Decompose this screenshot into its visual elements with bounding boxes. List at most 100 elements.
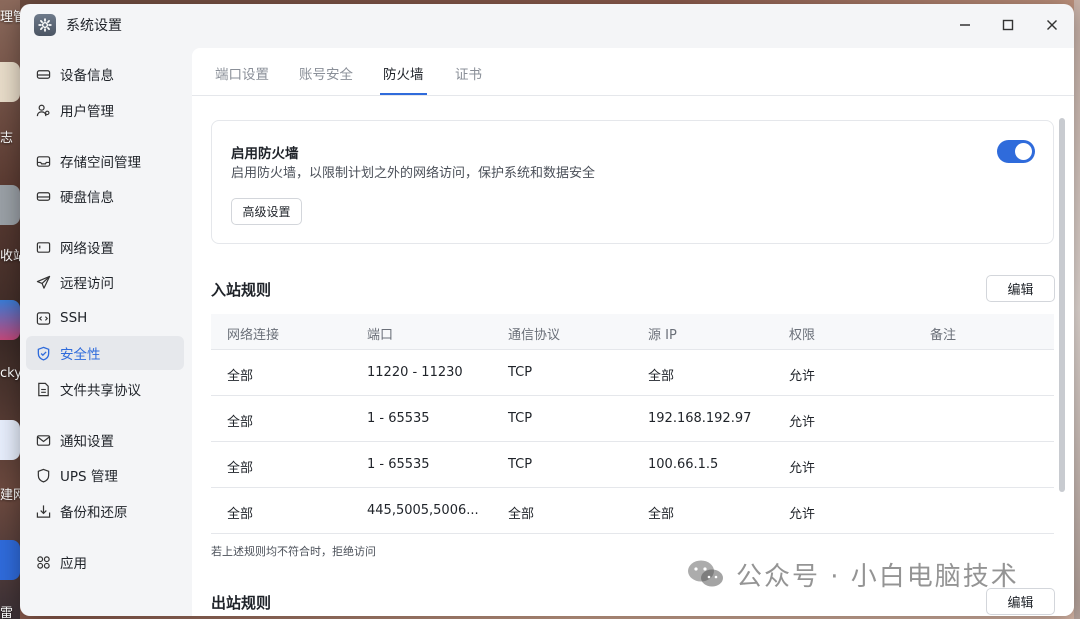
column-header: 端口 [367,328,394,343]
inbound-rules-title: 入站规则 [211,281,272,299]
close-button[interactable] [1039,12,1065,38]
desktop-app-tile [0,62,20,102]
cell-network: 全部 [227,461,254,476]
shield-check-icon [35,345,51,361]
cell-protocol: TCP [508,365,533,380]
desktop-label: 理管 [0,10,20,25]
sidebar-item-device-info[interactable]: 设备信息 [26,57,184,91]
maximize-button[interactable] [995,12,1021,38]
sidebar-item-ssh[interactable]: SSH [26,301,184,335]
firewall-title: 启用防火墙 [231,146,299,162]
desktop-app-tile [0,300,20,340]
cell-permission: 允许 [789,369,816,384]
column-header: 权限 [789,328,816,343]
sidebar-item-label: 安全性 [60,347,101,363]
sidebar-item-ups[interactable]: UPS 管理 [26,458,184,492]
sidebar-item-label: 文件共享协议 [60,383,141,399]
tab-certificate[interactable]: 证书 [455,63,482,83]
cell-protocol: TCP [508,411,533,426]
sidebar-item-label: 备份和还原 [60,505,128,521]
cell-network: 全部 [227,507,254,522]
cell-source-ip: 全部 [648,369,675,384]
cell-permission: 允许 [789,415,816,430]
window-title: 系统设置 [66,18,122,34]
cell-network: 全部 [227,369,254,384]
cell-source-ip: 100.66.1.5 [648,457,719,472]
code-icon [35,310,51,326]
close-icon [1047,20,1057,30]
settings-window: 系统设置 设备信息 用户管理 存储空间管理 硬盘信息 网络设置 远程访问 SSH… [20,4,1074,616]
file-icon [35,381,51,397]
tab-port-settings[interactable]: 端口设置 [215,63,269,83]
settings-sidebar: 设备信息 用户管理 存储空间管理 硬盘信息 网络设置 远程访问 SSH 安全性 [20,48,192,616]
sidebar-item-disk-info[interactable]: 硬盘信息 [26,179,184,213]
outbound-edit-button[interactable]: 编辑 [986,588,1055,615]
title-bar: 系统设置 [20,4,1074,44]
scrollbar[interactable] [1059,118,1065,492]
apps-icon [35,554,51,570]
network-icon [35,239,51,255]
firewall-toggle[interactable] [997,140,1035,163]
sidebar-item-label: UPS 管理 [60,469,118,485]
desktop-background-right [1074,0,1080,619]
sidebar-item-label: 远程访问 [60,276,114,292]
cell-port: 445,5005,5006... [367,503,479,518]
active-tab-indicator [380,93,427,95]
desktop-background-left: 理管 志 收站 cky 建网 雷 [0,0,20,619]
desktop-label: cky [0,366,20,381]
cell-permission: 允许 [789,461,816,476]
tab-firewall[interactable]: 防火墙 [383,63,424,83]
toggle-knob [1015,143,1032,160]
tab-bar: 端口设置 账号安全 防火墙 证书 [192,48,1074,96]
mail-icon [35,432,51,448]
tab-account-security[interactable]: 账号安全 [299,63,353,83]
column-header: 源 IP [648,328,677,343]
cell-source-ip: 全部 [648,507,675,522]
storage-icon [35,153,51,169]
sidebar-item-label: 通知设置 [60,434,114,450]
sidebar-item-security[interactable]: 安全性 [26,336,184,370]
desktop-label: 收站 [0,249,20,264]
sidebar-item-label: 网络设置 [60,241,114,257]
drive-icon [35,66,51,82]
desktop-label: 建网 [0,488,20,503]
inbound-edit-button[interactable]: 编辑 [986,275,1055,302]
sidebar-item-storage[interactable]: 存储空间管理 [26,144,184,178]
sidebar-item-apps[interactable]: 应用 [26,545,184,579]
shield-icon [35,467,51,483]
minimize-button[interactable] [952,12,978,38]
send-icon [35,274,51,290]
cell-port: 1 - 65535 [367,411,430,426]
sidebar-item-label: 存储空间管理 [60,155,141,171]
table-row: 全部 445,5005,5006... 全部 全部 允许 [211,488,1054,534]
column-header: 通信协议 [508,328,561,343]
settings-gear-icon [34,14,56,36]
sidebar-item-label: 应用 [60,556,87,572]
firewall-description: 启用防火墙，以限制计划之外的网络访问，保护系统和数据安全 [231,166,596,181]
sidebar-item-label: 设备信息 [60,68,114,84]
sidebar-item-label: 用户管理 [60,104,114,120]
sidebar-item-file-sharing[interactable]: 文件共享协议 [26,372,184,406]
maximize-icon [1002,19,1014,31]
cell-port: 1 - 65535 [367,457,430,472]
users-icon [35,102,51,118]
cell-permission: 允许 [789,507,816,522]
minimize-icon [960,24,970,26]
table-row: 全部 1 - 65535 TCP 100.66.1.5 允许 [211,442,1054,488]
column-header: 网络连接 [227,328,280,343]
cell-protocol: TCP [508,457,533,472]
main-panel: 端口设置 账号安全 防火墙 证书 启用防火墙 启用防火墙，以限制计划之外的网络访… [192,48,1074,616]
advanced-settings-button[interactable]: 高级设置 [231,198,302,225]
disk-icon [35,188,51,204]
desktop-app-tile [0,420,20,460]
sidebar-item-notifications[interactable]: 通知设置 [26,423,184,457]
sidebar-item-remote-access[interactable]: 远程访问 [26,265,184,299]
table-header: 网络连接 端口 通信协议 源 IP 权限 备注 [211,314,1054,350]
sidebar-item-network[interactable]: 网络设置 [26,230,184,264]
backup-icon [35,503,51,519]
outbound-rules-title: 出站规则 [211,594,272,612]
cell-network: 全部 [227,415,254,430]
sidebar-item-users[interactable]: 用户管理 [26,93,184,127]
sidebar-item-backup[interactable]: 备份和还原 [26,494,184,528]
cell-protocol: 全部 [508,507,535,522]
